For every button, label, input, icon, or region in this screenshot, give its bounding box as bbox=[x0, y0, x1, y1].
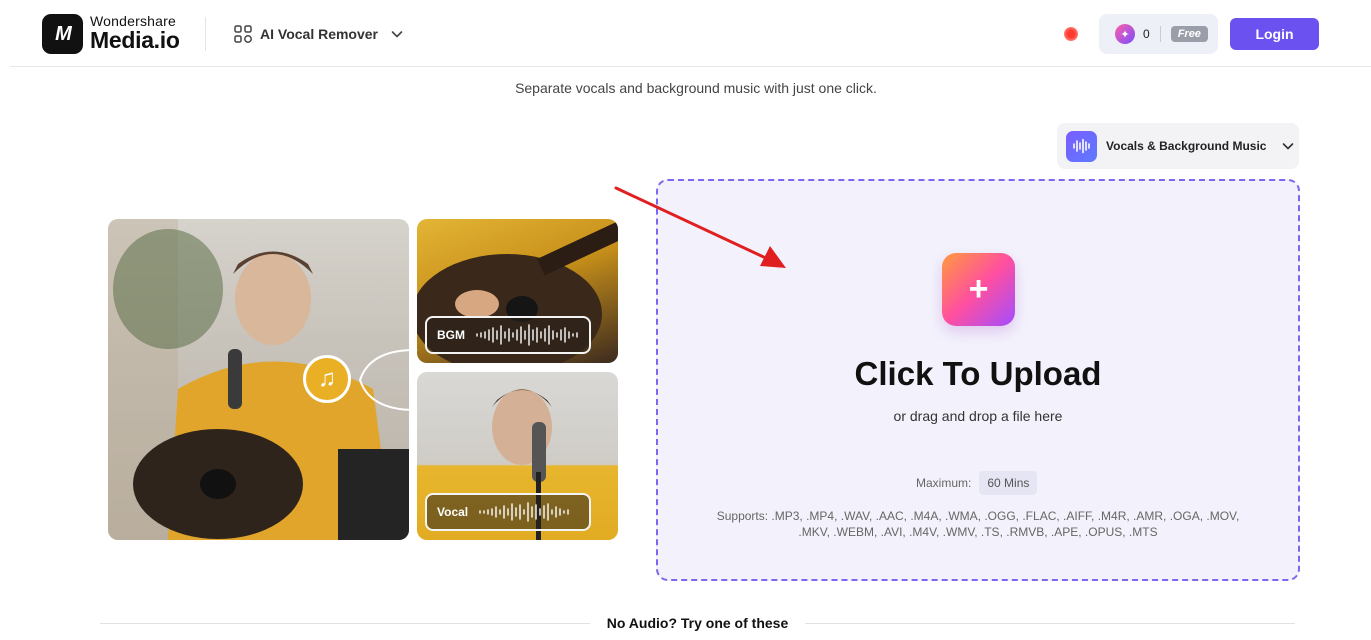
upload-subtitle: or drag and drop a file here bbox=[893, 408, 1063, 424]
vocal-waveform-pill: Vocal bbox=[425, 493, 591, 531]
max-duration-row: Maximum: 60 Mins bbox=[916, 471, 1038, 495]
supported-formats: Supports: .MP3, .MP4, .WAV, .AAC, .M4A, … bbox=[716, 509, 1240, 539]
max-duration-label: Maximum: bbox=[916, 476, 972, 490]
header-divider bbox=[205, 17, 206, 51]
credits-badge[interactable]: ✦ 0 Free bbox=[1099, 14, 1218, 54]
header-divider-line bbox=[10, 66, 1371, 67]
brand-main-text: Media.io bbox=[90, 27, 180, 53]
login-button[interactable]: Login bbox=[1230, 18, 1319, 50]
annotation-arrow-icon bbox=[614, 186, 786, 268]
audio-waveform-icon bbox=[479, 502, 569, 522]
top-header: M Wondershare Media.io AI Vocal Remover … bbox=[0, 0, 1371, 67]
vocal-label: Vocal bbox=[437, 505, 469, 519]
bgm-waveform-pill: BGM bbox=[425, 316, 591, 354]
record-dot-icon bbox=[1064, 27, 1078, 41]
divider-right bbox=[805, 623, 1295, 624]
sample-audio-heading: No Audio? Try one of these bbox=[606, 615, 789, 631]
upload-title[interactable]: Click To Upload bbox=[656, 355, 1300, 393]
brand-logo-icon[interactable]: M bbox=[42, 14, 83, 54]
brand-top-text: Wondershare bbox=[90, 13, 176, 29]
tool-selector-label: AI Vocal Remover bbox=[260, 26, 379, 42]
chevron-down-icon bbox=[1283, 143, 1294, 150]
tool-selector-dropdown[interactable]: AI Vocal Remover bbox=[234, 22, 404, 46]
chevron-down-icon bbox=[391, 31, 403, 38]
max-duration-value: 60 Mins bbox=[979, 471, 1038, 495]
waveform-icon bbox=[1066, 130, 1097, 162]
upload-plus-button[interactable]: + bbox=[942, 253, 1015, 326]
split-connector-lines bbox=[359, 345, 418, 415]
bgm-label: BGM bbox=[437, 328, 465, 342]
audio-waveform-icon bbox=[476, 324, 578, 346]
separation-mode-label: Vocals & Background Music bbox=[1106, 139, 1267, 153]
page-subtitle: Separate vocals and background music wit… bbox=[515, 80, 877, 96]
separation-mode-dropdown[interactable]: Vocals & Background Music bbox=[1057, 123, 1299, 169]
credits-count: 0 bbox=[1143, 27, 1150, 41]
plan-badge: Free bbox=[1170, 26, 1208, 42]
credits-divider bbox=[1159, 26, 1161, 42]
credit-sparkle-icon: ✦ bbox=[1115, 24, 1135, 44]
apps-grid-icon bbox=[234, 25, 252, 43]
brand-logo-text[interactable]: Wondershare Media.io bbox=[90, 14, 180, 52]
divider-left bbox=[100, 623, 590, 624]
music-note-icon: ♫ bbox=[303, 355, 351, 403]
